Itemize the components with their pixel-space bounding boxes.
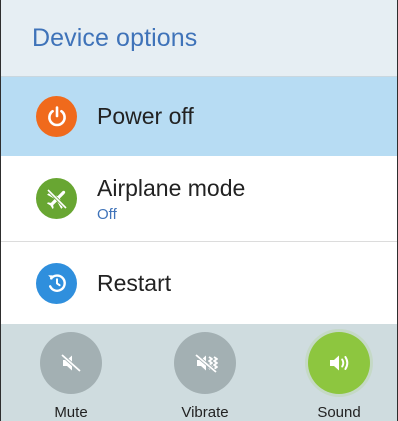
restart-label: Restart xyxy=(97,269,172,296)
sound-mode-bar: Mute Vibrate Sound xyxy=(1,324,397,421)
airplane-mode-label: Airplane mode xyxy=(97,174,246,201)
power-off-option[interactable]: Power off xyxy=(1,77,397,156)
restart-option[interactable]: Restart xyxy=(1,242,397,324)
power-off-label: Power off xyxy=(97,103,194,129)
sound-icon xyxy=(308,332,370,394)
power-icon xyxy=(36,96,77,137)
vibrate-mode-button[interactable]: Vibrate xyxy=(165,332,245,421)
mute-icon xyxy=(40,332,102,394)
device-options-dialog: Device options Power off Airplane mode O xyxy=(0,0,398,421)
restart-icon xyxy=(36,262,77,304)
airplane-icon xyxy=(36,178,77,219)
airplane-mode-option[interactable]: Airplane mode Off xyxy=(1,156,397,242)
sound-label: Sound xyxy=(317,404,361,421)
sound-mode-button[interactable]: Sound xyxy=(299,332,379,421)
dialog-header: Device options xyxy=(1,0,397,77)
vibrate-icon xyxy=(174,332,236,394)
vibrate-label: Vibrate xyxy=(181,404,229,421)
mute-mode-button[interactable]: Mute xyxy=(31,332,111,421)
mute-label: Mute xyxy=(54,404,88,421)
dialog-title: Device options xyxy=(32,23,198,52)
airplane-mode-status: Off xyxy=(97,205,117,223)
